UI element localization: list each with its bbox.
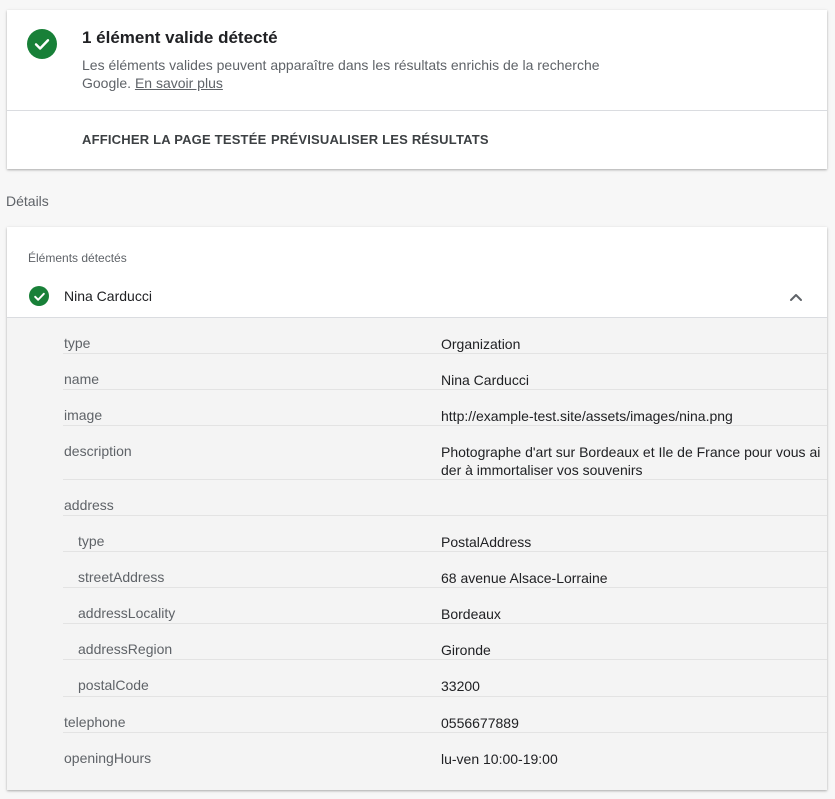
property-row: image http://example-test.site/assets/ima…: [63, 390, 827, 426]
property-row: type PostalAddress: [63, 516, 827, 552]
check-circle-icon: [29, 286, 49, 306]
chevron-up-icon[interactable]: [789, 289, 803, 307]
property-row: description Photographe d'art sur Bordeau…: [63, 426, 827, 480]
property-row: addressLocality Bordeaux: [63, 588, 827, 624]
property-value: Bordeaux: [441, 606, 501, 622]
property-value: PostalAddress: [441, 534, 532, 550]
valid-items-title: 1 élément valide détecté: [82, 28, 278, 47]
property-row: address: [63, 480, 827, 516]
property-value: Organization: [441, 336, 521, 352]
property-key: address: [64, 497, 114, 513]
detected-items-card: Éléments détectés Nina Carducci type Orga…: [7, 227, 827, 790]
property-key: type: [78, 533, 105, 549]
preview-results-button[interactable]: PRÉVISUALISER LES RÉSULTATS: [271, 132, 489, 147]
property-key: postalCode: [78, 677, 149, 693]
property-value: Gironde: [441, 642, 491, 658]
detected-items-label: Éléments détectés: [28, 251, 127, 265]
property-key: addressRegion: [78, 641, 173, 657]
property-key: telephone: [64, 714, 126, 730]
property-key: name: [64, 371, 100, 387]
property-key: description: [64, 443, 132, 459]
valid-items-description: Les éléments valides peuvent apparaître …: [82, 56, 602, 92]
property-row: telephone 0556677889: [63, 697, 827, 733]
property-row: name Nina Carducci: [63, 354, 827, 390]
property-row: type Organization: [63, 318, 827, 354]
property-row: streetAddress 68 avenue Alsace-Lorraine: [63, 552, 827, 588]
check-circle-icon: [27, 29, 57, 59]
property-key: streetAddress: [78, 569, 165, 585]
property-row: openingHours lu-ven 10:00-19:00: [63, 733, 827, 768]
property-value: lu-ven 10:00-19:00: [441, 751, 558, 767]
property-key: addressLocality: [78, 605, 176, 621]
view-tested-page-button[interactable]: AFFICHER LA PAGE TESTÉE: [82, 132, 266, 147]
property-value: 33200: [441, 678, 480, 694]
property-value: 68 avenue Alsace-Lorraine: [441, 570, 608, 586]
property-key: image: [64, 407, 103, 423]
property-row: addressRegion Gironde: [63, 624, 827, 660]
property-value: Photographe d'art sur Bordeaux et Ile de…: [441, 444, 821, 478]
property-key: type: [64, 335, 91, 351]
learn-more-link[interactable]: En savoir plus: [135, 75, 223, 91]
valid-items-card: 1 élément valide détecté Les éléments va…: [7, 10, 827, 169]
detected-item-name[interactable]: Nina Carducci: [64, 288, 152, 304]
property-value: Nina Carducci: [441, 372, 529, 388]
property-value: http://example-test.site/assets/images/n…: [441, 408, 733, 424]
property-value: 0556677889: [441, 715, 519, 731]
details-heading: Détails: [6, 193, 49, 209]
properties-table: type Organization name Nina Carducci image ht…: [7, 317, 827, 790]
divider: [7, 110, 827, 111]
property-row: postalCode 33200: [63, 660, 827, 697]
property-key: openingHours: [64, 750, 152, 766]
